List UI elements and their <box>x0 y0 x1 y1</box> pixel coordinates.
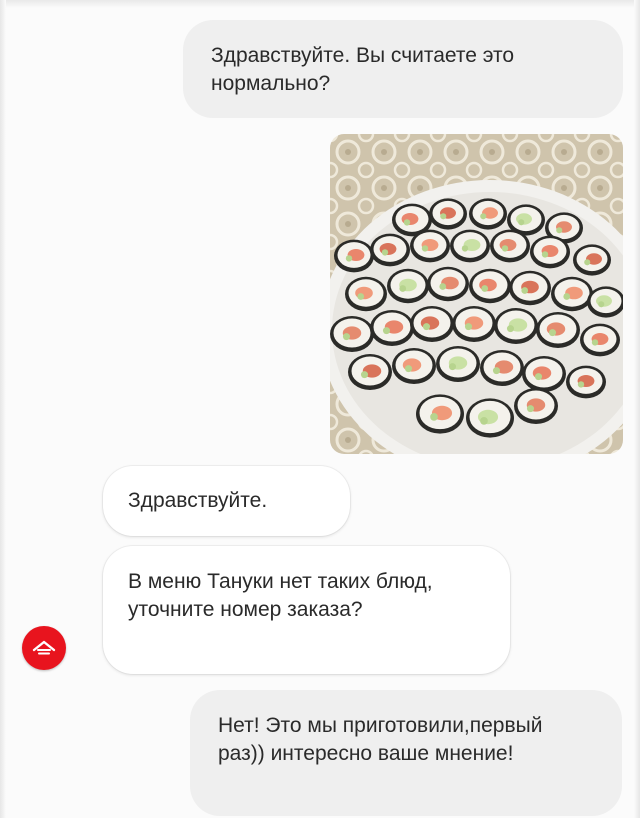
sushi-roll <box>416 394 464 434</box>
message-text: Нет! Это мы приготовили,первый раз)) инт… <box>218 714 543 765</box>
sushi-roll <box>330 315 374 353</box>
support-avatar[interactable] <box>22 626 66 670</box>
sushi-roll <box>466 398 514 438</box>
sushi-roll <box>469 268 511 304</box>
outgoing-message-bubble[interactable]: Здравствуйте. Вы считаете это нормально? <box>183 20 623 118</box>
restaurant-logo-icon <box>32 640 56 655</box>
chat-screen: Здравствуйте. Вы считаете это нормально? <box>0 0 640 818</box>
sushi-roll <box>429 198 467 230</box>
message-text: В меню Тануки нет таких блюд, уточните н… <box>128 570 433 621</box>
sushi-roll <box>469 198 507 230</box>
sushi-roll <box>490 229 530 263</box>
sushi-roll <box>551 276 593 312</box>
sushi-roll <box>509 270 551 306</box>
sushi-roll <box>427 266 469 302</box>
sushi-roll <box>410 305 454 343</box>
message-text: Здравствуйте. Вы считаете это нормально? <box>211 44 515 95</box>
screen-edge-right <box>634 0 640 818</box>
message-text: Здравствуйте. <box>128 489 268 512</box>
sushi-roll <box>494 307 538 345</box>
sushi-roll <box>573 244 611 276</box>
sushi-roll <box>370 233 410 267</box>
sushi-roll <box>387 268 429 304</box>
sushi-roll <box>522 355 566 393</box>
outgoing-message-bubble[interactable]: Нет! Это мы приготовили,первый раз)) инт… <box>190 690 622 816</box>
sushi-photo <box>330 134 623 454</box>
sushi-roll <box>370 309 414 347</box>
outgoing-photo-message[interactable] <box>330 134 623 454</box>
sushi-roll <box>392 347 436 385</box>
screen-edge-top <box>0 0 640 8</box>
screen-edge-left <box>0 0 6 818</box>
sushi-roll <box>530 235 570 269</box>
sushi-roll <box>480 349 524 387</box>
incoming-message-bubble[interactable]: В меню Тануки нет таких блюд, уточните н… <box>103 546 510 674</box>
sushi-roll <box>345 276 387 312</box>
incoming-message-bubble[interactable]: Здравствуйте. <box>103 466 350 536</box>
sushi-roll <box>536 311 580 349</box>
sushi-roll <box>450 229 490 263</box>
sushi-roll <box>566 365 606 399</box>
sushi-roll <box>410 229 450 263</box>
sushi-roll <box>436 345 480 383</box>
sushi-roll <box>514 387 558 425</box>
sushi-roll <box>580 323 620 357</box>
sushi-roll <box>348 353 392 391</box>
sushi-roll <box>452 305 496 343</box>
sushi-roll <box>334 239 374 273</box>
